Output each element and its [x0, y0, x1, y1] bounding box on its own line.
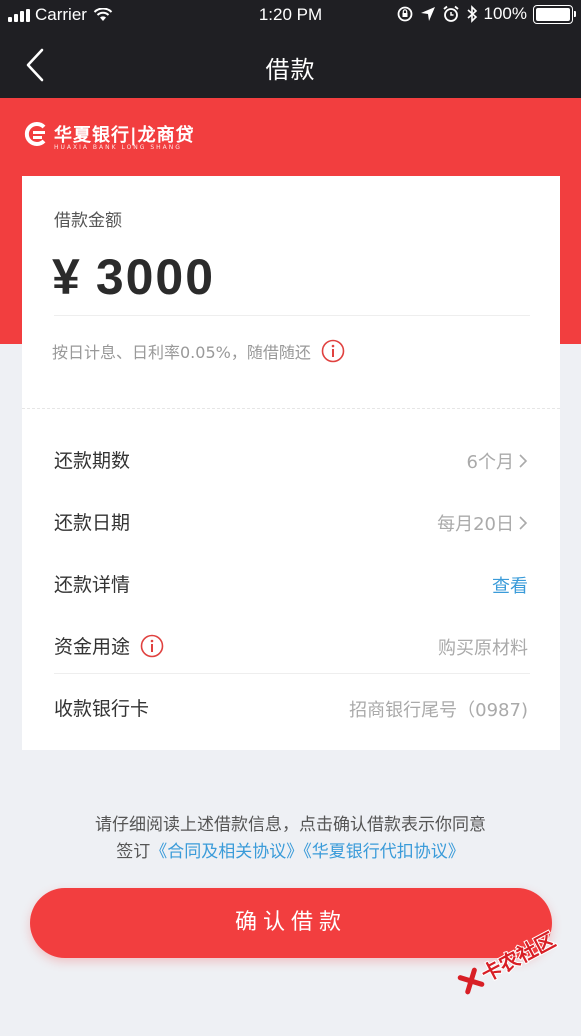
info-icon[interactable] — [321, 339, 345, 363]
row-value: 6个月 — [467, 448, 528, 474]
nav-bar: 借款 — [0, 32, 581, 98]
rotation-lock-icon — [397, 6, 412, 22]
status-bar: Carrier 1:20 PM 100% — [0, 0, 581, 32]
currency-symbol: ¥ — [52, 249, 82, 305]
interest-note: 按日计息、日利率0.05%，随借随还 — [52, 339, 345, 363]
view-details-link[interactable]: 查看 — [492, 572, 528, 598]
interest-text: 按日计息、日利率0.05%，随借随还 — [52, 343, 311, 362]
row-label: 还款期数 — [54, 450, 131, 472]
page-title: 借款 — [265, 56, 316, 84]
loan-card: 借款金额 ¥3000 按日计息、日利率0.05%，随借随还 还款期数 6个月 还… — [22, 176, 560, 750]
bluetooth-icon — [466, 5, 477, 23]
status-right: 100% — [396, 4, 576, 24]
row-value: 购买原材料 — [438, 638, 528, 659]
brand-logo: 华夏银行|龙商贷 HUAXIA BANK LONG SHANG — [22, 120, 195, 151]
row-value: 每月20日 — [437, 510, 528, 536]
amount-label: 借款金额 — [54, 211, 122, 231]
brand-subtitle: HUAXIA BANK LONG SHANG — [54, 144, 182, 151]
row-receiving-card[interactable]: 收款银行卡 招商银行尾号（0987) — [22, 686, 560, 726]
row-label: 收款银行卡 — [54, 698, 150, 720]
row-repayment-term[interactable]: 还款期数 6个月 — [22, 438, 560, 478]
divider — [54, 673, 530, 674]
row-label: 还款详情 — [54, 574, 131, 596]
agreement-notice: 请仔细阅读上述借款信息，点击确认借款表示你同意 签订《合同及相关协议》《华夏银行… — [0, 812, 581, 866]
huaxia-bank-logo-icon — [24, 122, 46, 146]
row-label: 还款日期 — [54, 512, 131, 534]
row-repayment-details: 还款详情 查看 — [22, 562, 560, 602]
divider — [54, 315, 530, 316]
alarm-icon — [442, 5, 459, 22]
info-icon[interactable] — [140, 634, 164, 658]
deduction-agreement-link[interactable]: 《华夏银行代扣协议》 — [303, 842, 465, 862]
row-value: 招商银行尾号（0987) — [349, 700, 528, 721]
repayment-date-value: 每月20日 — [437, 514, 514, 535]
contract-agreement-link[interactable]: 《合同及相关协议》 — [150, 842, 303, 862]
fund-usage-label: 资金用途 — [54, 636, 131, 658]
loan-amount[interactable]: ¥3000 — [52, 248, 215, 306]
repayment-term-value: 6个月 — [466, 452, 514, 473]
notice-line-2: 签订《合同及相关协议》《华夏银行代扣协议》 — [0, 839, 581, 866]
dashed-divider — [22, 408, 560, 409]
battery-percent: 100% — [483, 4, 527, 23]
notice-line-1: 请仔细阅读上述借款信息，点击确认借款表示你同意 — [95, 815, 486, 835]
chevron-right-icon — [519, 454, 528, 468]
row-label: 资金用途 — [54, 632, 164, 659]
row-value: 查看 — [492, 572, 528, 598]
notice-prefix: 签订 — [116, 842, 151, 862]
amount-value: 3000 — [95, 249, 216, 305]
chevron-right-icon — [519, 516, 528, 530]
battery-icon — [533, 4, 576, 24]
location-icon — [420, 7, 435, 21]
row-repayment-date[interactable]: 还款日期 每月20日 — [22, 500, 560, 540]
row-fund-usage[interactable]: 资金用途 购买原材料 — [22, 624, 560, 664]
